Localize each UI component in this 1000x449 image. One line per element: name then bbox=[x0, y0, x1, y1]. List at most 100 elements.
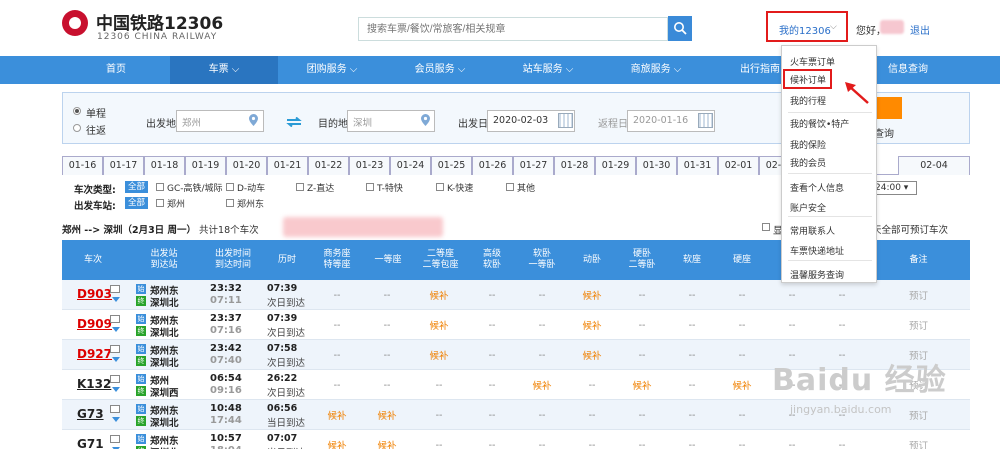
book-button[interactable]: 预订 bbox=[867, 430, 970, 449]
seat-availability[interactable]: 候补 bbox=[717, 370, 767, 400]
one-way-radio[interactable] bbox=[73, 107, 81, 115]
chevron-down-icon[interactable] bbox=[112, 357, 120, 362]
date-tab[interactable]: 01-17 bbox=[103, 156, 144, 175]
date-tab[interactable]: 02-01 bbox=[718, 156, 759, 175]
seat-availability[interactable]: 候补 bbox=[362, 400, 412, 430]
book-button[interactable]: 预订 bbox=[867, 280, 970, 310]
train-info-icon[interactable] bbox=[110, 405, 120, 413]
filter-checkbox[interactable] bbox=[156, 183, 164, 191]
site-search-input[interactable] bbox=[358, 17, 668, 41]
dropdown-menu-item[interactable]: 查看个人信息 bbox=[790, 181, 844, 194]
nav-item-group[interactable]: 团购服务 ⌵ bbox=[278, 56, 386, 84]
seat-availability[interactable]: 候补 bbox=[567, 310, 617, 340]
seat-availability[interactable]: 候补 bbox=[362, 430, 412, 449]
seat-availability[interactable]: 候补 bbox=[567, 280, 617, 310]
nav-item-business[interactable]: 商旅服务 ⌵ bbox=[602, 56, 710, 84]
dropdown-menu-item[interactable]: 我的行程 bbox=[790, 94, 826, 107]
train-number-link[interactable]: D903 bbox=[77, 287, 112, 301]
departure-time: 10:48 bbox=[210, 403, 242, 414]
train-info-icon[interactable] bbox=[110, 435, 120, 443]
train-type-all-button[interactable]: 全部 bbox=[125, 181, 149, 193]
chevron-down-icon[interactable] bbox=[112, 327, 120, 332]
date-tab[interactable]: 01-25 bbox=[431, 156, 472, 175]
date-tab[interactable]: 01-20 bbox=[226, 156, 267, 175]
time-select[interactable]: 24:00 ▾ bbox=[871, 181, 917, 195]
show-checkbox[interactable] bbox=[762, 223, 770, 231]
date-tab[interactable]: 01-28 bbox=[554, 156, 595, 175]
date-tab[interactable]: 01-22 bbox=[308, 156, 349, 175]
chevron-down-icon[interactable] bbox=[112, 417, 120, 422]
duration: 07:39 bbox=[267, 283, 298, 294]
filter-checkbox[interactable] bbox=[226, 199, 234, 207]
date-tab[interactable]: 02-04 bbox=[898, 156, 970, 175]
dropdown-menu-item[interactable]: 常用联系人 bbox=[790, 224, 835, 237]
dropdown-menu-item[interactable]: 我的保险 bbox=[790, 138, 826, 151]
date-tab[interactable]: 01-27 bbox=[513, 156, 554, 175]
date-tab[interactable]: 01-30 bbox=[636, 156, 677, 175]
train-info-icon[interactable] bbox=[110, 345, 120, 353]
book-button[interactable]: 预订 bbox=[867, 310, 970, 340]
seat-availability[interactable]: 候补 bbox=[414, 340, 464, 370]
swap-icon[interactable] bbox=[286, 117, 302, 127]
calendar-icon[interactable] bbox=[558, 113, 573, 128]
seat-availability[interactable]: 候补 bbox=[567, 340, 617, 370]
column-header[interactable]: 出发时间 到达时间 bbox=[204, 240, 262, 280]
dropdown-menu-item[interactable]: 火车票订单 bbox=[790, 55, 835, 68]
seat-availability[interactable]: 候补 bbox=[312, 400, 362, 430]
my-account-link[interactable]: 我的12306 bbox=[779, 22, 831, 37]
date-tab[interactable]: 01-21 bbox=[267, 156, 308, 175]
logo-title[interactable]: 中国铁路12306 bbox=[96, 9, 223, 34]
dropdown-menu-item[interactable]: 车票快递地址 bbox=[790, 244, 844, 257]
station-all-button[interactable]: 全部 bbox=[125, 197, 149, 209]
seat-availability[interactable]: 候补 bbox=[617, 370, 667, 400]
date-tab[interactable]: 01-29 bbox=[595, 156, 636, 175]
filter-checkbox[interactable] bbox=[226, 183, 234, 191]
search-icon bbox=[674, 22, 687, 35]
seat-availability[interactable]: 候补 bbox=[414, 310, 464, 340]
train-number-link[interactable]: G71 bbox=[77, 437, 104, 449]
date-tab[interactable]: 01-18 bbox=[144, 156, 185, 175]
date-tab[interactable]: 01-19 bbox=[185, 156, 226, 175]
chevron-down-icon[interactable] bbox=[112, 387, 120, 392]
chevron-down-icon[interactable] bbox=[112, 297, 120, 302]
filter-checkbox[interactable] bbox=[506, 183, 514, 191]
calendar-icon[interactable] bbox=[698, 113, 713, 128]
date-tab[interactable]: 01-16 bbox=[62, 156, 103, 175]
date-tab[interactable]: 01-24 bbox=[390, 156, 431, 175]
dropdown-menu-item[interactable]: 我的餐饮•特产 bbox=[790, 117, 849, 130]
column-header: 商务座 特等座 bbox=[323, 249, 351, 270]
nav-item-member[interactable]: 会员服务 ⌵ bbox=[386, 56, 494, 84]
train-number-link[interactable]: D927 bbox=[77, 347, 112, 361]
train-info-icon[interactable] bbox=[110, 285, 120, 293]
train-info-icon[interactable] bbox=[110, 315, 120, 323]
date-tab[interactable]: 01-23 bbox=[349, 156, 390, 175]
train-number-link[interactable]: G73 bbox=[77, 407, 104, 421]
date-tab[interactable]: 01-26 bbox=[472, 156, 513, 175]
nav-item-tickets[interactable]: 车票 ⌵ bbox=[170, 56, 278, 84]
filter-checkbox[interactable] bbox=[156, 199, 164, 207]
railway-logo-icon[interactable] bbox=[62, 10, 88, 36]
train-number-link[interactable]: K132 bbox=[77, 377, 111, 391]
result-summary: 郑州 --> 深圳（2月3日 周一） 共计18个车次 bbox=[62, 222, 259, 236]
dropdown-menu-item[interactable]: 温馨服务查询 bbox=[790, 268, 844, 281]
filter-checkbox[interactable] bbox=[296, 183, 304, 191]
nav-item-home[interactable]: 首页 bbox=[62, 56, 170, 84]
seat-availability[interactable]: 候补 bbox=[414, 280, 464, 310]
filter-checkbox[interactable] bbox=[366, 183, 374, 191]
seat-availability: -- bbox=[688, 349, 696, 361]
search-button[interactable] bbox=[668, 16, 692, 41]
seat-availability[interactable]: 候补 bbox=[517, 370, 567, 400]
filter-checkbox[interactable] bbox=[436, 183, 444, 191]
nav-item-station[interactable]: 站车服务 ⌵ bbox=[494, 56, 602, 84]
seat-availability[interactable]: 候补 bbox=[312, 430, 362, 449]
query-label[interactable]: 查询 bbox=[874, 125, 894, 140]
nav-item-info[interactable]: 信息查询 bbox=[878, 56, 938, 84]
train-number-link[interactable]: D909 bbox=[77, 317, 112, 331]
column-header[interactable]: 历时 bbox=[262, 240, 312, 280]
train-info-icon[interactable] bbox=[110, 375, 120, 383]
round-trip-radio[interactable] bbox=[73, 124, 81, 132]
dropdown-menu-item[interactable]: 账户安全 bbox=[790, 201, 826, 214]
logout-link[interactable]: 退出 bbox=[910, 22, 930, 37]
date-tab[interactable]: 01-31 bbox=[677, 156, 718, 175]
dropdown-menu-item[interactable]: 我的会员 bbox=[790, 156, 826, 169]
